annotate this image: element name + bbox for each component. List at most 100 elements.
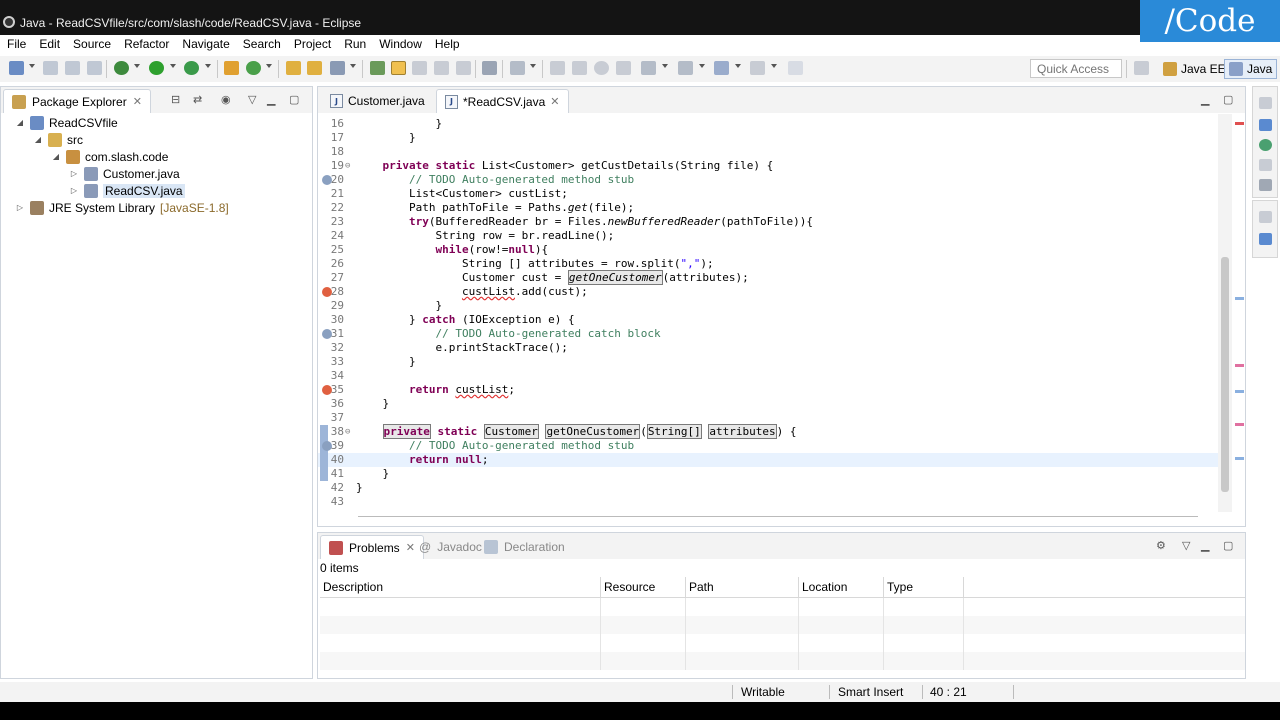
code-line[interactable]: 32 e.printStackTrace(); (318, 341, 1218, 355)
perspective-java-ee[interactable]: Java EE (1159, 59, 1230, 79)
occurrence-marker[interactable] (1235, 390, 1244, 393)
tree-item[interactable]: ▷ ReadCSV.java (69, 182, 185, 199)
code-line[interactable]: 34 (318, 369, 1218, 383)
code-line[interactable]: 23 try(BufferedReader br = Files.newBuff… (318, 215, 1218, 229)
focus-icon[interactable]: ◉ (221, 93, 231, 106)
expand-arrow-icon[interactable]: ◢ (51, 152, 61, 161)
minimize-icon[interactable]: ▁ (267, 93, 275, 106)
open-perspective-icon[interactable] (1134, 61, 1149, 75)
open-type-icon[interactable] (286, 61, 301, 75)
filter-icon[interactable]: ⚙ (1156, 539, 1166, 552)
collapse-arrow-icon[interactable]: ▷ (15, 203, 25, 212)
code-line[interactable]: 25 while(row!=null){ (318, 243, 1218, 257)
last-edit-icon[interactable] (788, 61, 803, 75)
save-icon[interactable] (43, 61, 58, 75)
chevron-down-icon[interactable] (530, 64, 536, 68)
code-line[interactable]: 43 (318, 495, 1218, 509)
debug-icon[interactable] (114, 61, 129, 75)
maximize-icon[interactable]: ▢ (1223, 93, 1233, 106)
code-area[interactable]: 16 } 17 } 18 19 ⊖ private static List<Custom… (318, 114, 1218, 517)
collapse-arrow-icon[interactable]: ▷ (69, 169, 79, 178)
print-icon[interactable] (87, 61, 102, 75)
tree-item[interactable]: ▷ JRE System Library [JavaSE-1.8] (15, 199, 229, 216)
code-line[interactable]: 36 } (318, 397, 1218, 411)
code-line[interactable]: 33 } (318, 355, 1218, 369)
column-description[interactable]: Description (320, 577, 601, 597)
chevron-down-icon[interactable] (170, 64, 176, 68)
chevron-down-icon[interactable] (350, 64, 356, 68)
tree-item[interactable]: ◢ com.slash.code (51, 148, 168, 165)
tab-package-explorer[interactable]: Package Explorer ✕ (3, 89, 151, 113)
tree-item[interactable]: ◢ src (33, 131, 83, 148)
restore-icon[interactable] (1259, 97, 1272, 109)
open-folder-icon[interactable] (307, 61, 322, 75)
step-into-icon[interactable] (641, 61, 656, 75)
toggle-annotation-icon[interactable] (370, 61, 385, 75)
menu-file[interactable]: File (7, 37, 26, 51)
code-line[interactable]: 31 // TODO Auto-generated catch block (318, 327, 1218, 341)
resume-icon[interactable] (550, 61, 565, 75)
code-line[interactable]: 37 (318, 411, 1218, 425)
code-line[interactable]: 19 ⊖ private static List<Customer> getCus… (318, 159, 1218, 173)
code-line[interactable]: 42} (318, 481, 1218, 495)
error-marker[interactable] (1235, 122, 1244, 125)
task-list-icon[interactable] (1259, 139, 1272, 151)
code-line[interactable]: 40 return null; (318, 453, 1218, 467)
tab-readcsv-java[interactable]: J *ReadCSV.java ✕ (436, 89, 569, 113)
fold-icon[interactable]: ⊖ (345, 425, 350, 439)
step-over-icon[interactable] (678, 61, 693, 75)
problems-table[interactable]: Description Resource Path Location Type (320, 577, 1245, 670)
suspend-icon[interactable] (572, 61, 587, 75)
new-java-project-icon[interactable] (224, 61, 239, 75)
collapse-arrow-icon[interactable]: ▷ (69, 186, 79, 195)
tree-item[interactable]: ▷ Customer.java (69, 165, 180, 182)
menu-edit[interactable]: Edit (39, 37, 60, 51)
code-line[interactable]: 22 Path pathToFile = Paths.get(file); (318, 201, 1218, 215)
code-line[interactable]: 38 ⊖ private static Customer getOneCustom… (318, 424, 1218, 439)
column-path[interactable]: Path (686, 577, 799, 597)
error-marker[interactable] (1235, 423, 1244, 426)
forward-icon[interactable] (750, 61, 765, 75)
collapse-all-icon[interactable]: ⊟ (171, 93, 180, 106)
code-line[interactable]: 39 // TODO Auto-generated method stub (318, 439, 1218, 453)
chevron-down-icon[interactable] (266, 64, 272, 68)
chevron-down-icon[interactable] (29, 64, 35, 68)
pin-editor-icon[interactable] (482, 61, 497, 75)
vertical-scrollbar[interactable] (1218, 114, 1232, 512)
chevron-down-icon[interactable] (771, 64, 777, 68)
chevron-down-icon[interactable] (662, 64, 668, 68)
chevron-down-icon[interactable] (205, 64, 211, 68)
occurrence-marker[interactable] (1235, 297, 1244, 300)
console-icon[interactable] (1259, 179, 1272, 191)
close-icon[interactable]: ✕ (133, 95, 142, 108)
error-marker[interactable] (1235, 364, 1244, 367)
code-line[interactable]: 20 // TODO Auto-generated method stub (318, 173, 1218, 187)
terminate-icon[interactable] (594, 61, 609, 75)
column-resource[interactable]: Resource (601, 577, 686, 597)
code-line[interactable]: 24 String row = br.readLine(); (318, 229, 1218, 243)
quick-access-input[interactable] (1030, 59, 1122, 78)
hierarchy-icon[interactable] (1259, 233, 1272, 245)
maximize-icon[interactable]: ▢ (289, 93, 299, 106)
menu-refactor[interactable]: Refactor (124, 37, 169, 51)
code-line[interactable]: 35 return custList; (318, 383, 1218, 397)
view-menu-icon[interactable]: ▽ (1182, 539, 1190, 552)
run-icon[interactable] (149, 61, 164, 75)
overview-ruler[interactable] (1232, 114, 1246, 512)
disconnect-icon[interactable] (616, 61, 631, 75)
new-icon[interactable] (9, 61, 24, 75)
menu-window[interactable]: Window (379, 37, 422, 51)
perspective-java[interactable]: Java (1224, 59, 1278, 79)
code-line[interactable]: 41 } (318, 467, 1218, 481)
view-menu-icon[interactable]: ▽ (248, 93, 256, 106)
new-class-icon[interactable] (246, 61, 261, 75)
chevron-down-icon[interactable] (699, 64, 705, 68)
code-line[interactable]: 17 } (318, 131, 1218, 145)
outline-icon[interactable] (1259, 119, 1272, 131)
code-line[interactable]: 27 Customer cust = getOneCustomer(attrib… (318, 270, 1218, 285)
restore-icon[interactable] (1259, 159, 1272, 171)
code-line[interactable]: 26 String [] attributes = row.split(",")… (318, 257, 1218, 271)
next-annotation-icon[interactable] (510, 61, 525, 75)
menu-navigate[interactable]: Navigate (182, 37, 229, 51)
save-all-icon[interactable] (65, 61, 80, 75)
